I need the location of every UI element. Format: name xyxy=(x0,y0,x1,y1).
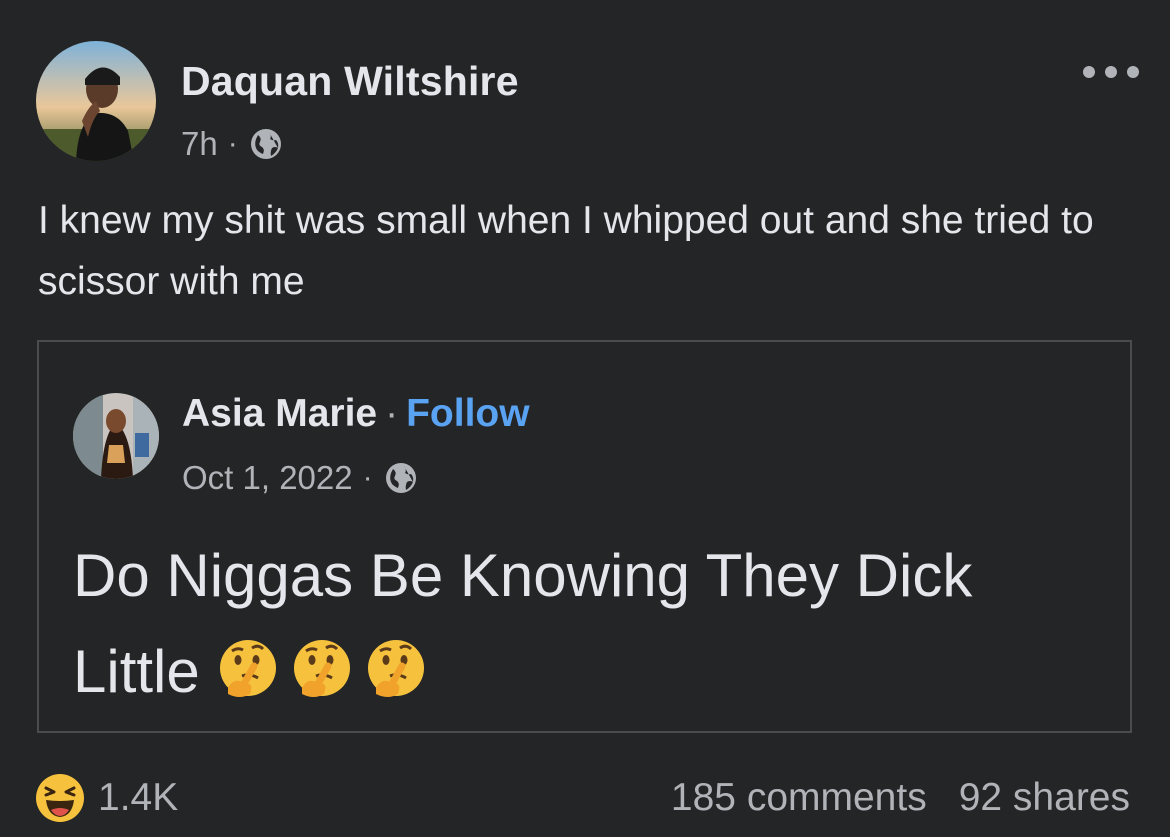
shared-post-text-content: Do Niggas Be Knowing They Dick Little xyxy=(73,542,973,705)
post-text: I knew my shit was small when I whipped … xyxy=(38,199,1094,303)
shares-count[interactable]: 92 shares xyxy=(959,776,1130,820)
author-avatar[interactable] xyxy=(36,41,156,161)
post-meta: 7h · xyxy=(181,122,284,166)
globe-icon xyxy=(250,129,281,159)
thinking-face-emoji xyxy=(219,640,276,698)
shared-author-name[interactable]: Asia Marie xyxy=(182,392,377,436)
follow-button[interactable]: Follow xyxy=(406,392,529,436)
more-dot xyxy=(1105,66,1117,78)
thinking-face-emoji xyxy=(367,640,424,698)
laughing-haha-emoji xyxy=(36,774,84,822)
more-dot xyxy=(1127,66,1139,78)
meta-separator: · xyxy=(227,127,238,160)
post-timestamp[interactable]: 7h xyxy=(181,125,218,163)
facebook-post: Daquan Wiltshire 7h · I knew my shit was… xyxy=(0,0,1170,837)
shared-post-meta: Oct 1, 2022 · xyxy=(182,456,419,500)
globe-icon xyxy=(385,463,416,493)
engagement-counts: 185 comments 92 shares xyxy=(671,770,1130,826)
more-dot xyxy=(1083,66,1095,78)
shared-meta-separator: · xyxy=(362,461,373,494)
shared-separator: · xyxy=(385,392,399,435)
author-name[interactable]: Daquan Wiltshire xyxy=(181,58,519,105)
comments-count[interactable]: 185 comments xyxy=(671,776,927,820)
shared-post-card[interactable]: Asia Marie · Follow Oct 1, 2022 · Do Nig… xyxy=(37,340,1132,733)
shared-post-date[interactable]: Oct 1, 2022 xyxy=(182,459,353,497)
reaction-count: 1.4K xyxy=(98,776,179,819)
shared-author-avatar[interactable] xyxy=(73,393,159,479)
reactions-summary[interactable]: 1.4K xyxy=(34,770,178,826)
shared-author-row: Asia Marie · Follow xyxy=(182,392,530,436)
more-options-icon[interactable] xyxy=(1083,55,1139,89)
emoji-group xyxy=(214,636,430,704)
thinking-face-emoji xyxy=(293,640,350,698)
shared-post-text: Do Niggas Be Knowing They Dick Little xyxy=(73,528,1113,720)
